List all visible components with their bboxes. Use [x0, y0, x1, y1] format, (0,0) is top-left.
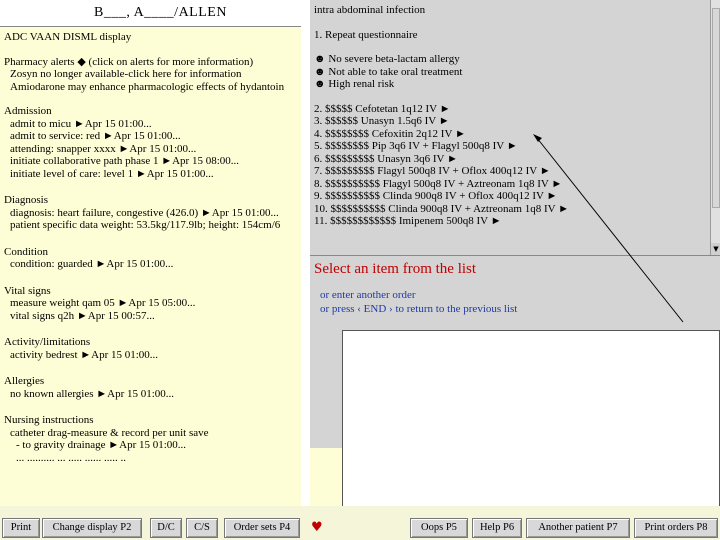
- antibiotic-option[interactable]: 5. $$$$$$$$ Pip 3q6 IV + Flagyl 500q8 IV…: [314, 140, 708, 153]
- smiley-bullet-icon: ☻: [314, 78, 326, 90]
- order-list-panel: intra abdominal infection 1. Repeat ques…: [310, 0, 710, 255]
- antibiotic-option[interactable]: 2. $$$$$ Cefotetan 1q12 IV ►: [314, 103, 708, 116]
- order-item[interactable]: diagnosis: heart failure, congestive (42…: [4, 207, 296, 220]
- repeat-questionnaire-item[interactable]: 1. Repeat questionnaire: [314, 29, 708, 42]
- help-button[interactable]: Help P6: [472, 518, 522, 538]
- antibiotic-option[interactable]: 8. $$$$$$$$$$ Flagyl 500q8 IV + Aztreona…: [314, 178, 708, 191]
- order-item[interactable]: initiate level of care: level 1 ►Apr 15 …: [4, 168, 296, 181]
- condition-title: Condition: [4, 245, 49, 258]
- antibiotic-option[interactable]: 11. $$$$$$$$$$$$ Imipenem 500q8 IV ►: [314, 215, 708, 228]
- activity-title: Activity/limitations: [4, 336, 91, 348]
- press-end-hint: or press ‹ END › to return to the previo…: [320, 303, 518, 315]
- cs-button[interactable]: C/S: [186, 518, 218, 538]
- criteria-label: High renal risk: [328, 78, 395, 90]
- change-display-button[interactable]: Change display P2: [42, 518, 142, 538]
- select-prompt: Select an item from the list: [314, 261, 477, 277]
- order-item[interactable]: admit to micu ►Apr 15 01:00...: [4, 118, 296, 131]
- nursing-title: Nursing instructions: [4, 414, 94, 426]
- antibiotic-option[interactable]: 9. $$$$$$$$$$ Clinda 900q8 IV + Oflox 40…: [314, 190, 708, 203]
- order-list-header: intra abdominal infection: [314, 4, 426, 16]
- smiley-bullet-icon: ☻: [314, 65, 326, 78]
- diamond-icon: ◆: [77, 55, 86, 68]
- another-patient-button[interactable]: Another patient P7: [526, 518, 630, 538]
- scroll-thumb[interactable]: [712, 8, 720, 208]
- order-sets-button[interactable]: Order sets P4: [224, 518, 300, 538]
- order-item[interactable]: initiate collaborative path phase 1 ►Apr…: [4, 155, 296, 168]
- admission-title: Admission: [4, 105, 52, 117]
- print-orders-button[interactable]: Print orders P8: [634, 518, 718, 538]
- antibiotic-option[interactable]: 7. $$$$$$$$$ Flagyl 500q8 IV + Oflox 400…: [314, 165, 708, 178]
- order-item[interactable]: admit to service: red ►Apr 15 01:00...: [4, 130, 296, 143]
- pharmacy-alert-item[interactable]: Amiodarone may enhance pharmacologic eff…: [4, 81, 296, 94]
- antibiotic-option[interactable]: 4. $$$$$$$$ Cefoxitin 2q12 IV ►: [314, 128, 708, 141]
- order-item[interactable]: patient specific data weight: 53.5kg/117…: [4, 219, 296, 232]
- enter-order-hint: or enter another order: [320, 289, 416, 301]
- antibiotic-option[interactable]: 10. $$$$$$$$$$ Clinda 900q8 IV + Aztreon…: [314, 203, 708, 216]
- order-item[interactable]: activity bedrest ►Apr 15 01:00...: [4, 349, 296, 362]
- antibiotic-option[interactable]: 6. $$$$$$$$$ Unasyn 3q6 IV ►: [314, 153, 708, 166]
- patient-name: B___, A____/ALLEN: [94, 5, 227, 20]
- diagnosis-title: Diagnosis: [4, 194, 48, 206]
- order-item[interactable]: vital signs q2h ►Apr 15 00:57...: [4, 310, 296, 323]
- antibiotic-option[interactable]: 3. $$$$$$ Unasyn 1.5q6 IV ►: [314, 115, 708, 128]
- criteria-item: ☻ High renal risk: [314, 78, 708, 91]
- criteria-item: ☻ No severe beta-lactam allergy: [314, 53, 708, 66]
- patient-header: B___, A____/ALLEN: [0, 0, 304, 26]
- order-item[interactable]: condition: guarded ►Apr 15 01:00...: [4, 258, 296, 271]
- criteria-label: Not able to take oral treatment: [328, 65, 463, 78]
- oops-button[interactable]: Oops P5: [410, 518, 468, 538]
- order-entry-box[interactable]: [342, 330, 720, 520]
- allergies-title: Allergies: [4, 375, 45, 387]
- vital-signs-title: Vital signs: [4, 284, 51, 297]
- order-item[interactable]: measure weight qam 05 ►Apr 15 05:00...: [4, 297, 296, 310]
- print-button[interactable]: Print: [2, 518, 40, 538]
- pharmacy-alerts-title[interactable]: Pharmacy alerts ◆ (click on alerts for m…: [4, 56, 296, 69]
- pharmacy-alerts-label: Pharmacy alerts: [4, 55, 75, 68]
- criteria-label: No severe beta-lactam allergy: [328, 53, 460, 65]
- right-scrollbar[interactable]: ▼: [710, 0, 720, 255]
- lower-strip: [310, 448, 342, 506]
- heart-icon: ♥: [311, 520, 323, 535]
- order-item[interactable]: attending: snapper xxxx ►Apr 15 01:00...: [4, 143, 296, 156]
- pharmacy-alerts-hint: (click on alerts for more information): [88, 55, 254, 68]
- order-item[interactable]: no known allergies ►Apr 15 01:00...: [4, 388, 296, 401]
- order-item[interactable]: ... .......... ... ..... ...... ..... ..: [4, 452, 296, 465]
- scroll-down-icon[interactable]: ▼: [711, 243, 720, 255]
- display-title: ADC VAAN DISML display: [4, 31, 132, 43]
- dc-button[interactable]: D/C: [150, 518, 182, 538]
- order-item[interactable]: catheter drag-measure & record per unit …: [4, 427, 296, 440]
- pharmacy-alert-item[interactable]: Zosyn no longer available-click here for…: [4, 68, 296, 81]
- order-item[interactable]: - to gravity drainage ►Apr 15 01:00...: [4, 439, 296, 452]
- criteria-item: ☻ Not able to take oral treatment: [314, 66, 708, 79]
- smiley-bullet-icon: ☻: [314, 53, 326, 65]
- patient-orders-panel: ADC VAAN DISML display Pharmacy alerts ◆…: [0, 26, 301, 507]
